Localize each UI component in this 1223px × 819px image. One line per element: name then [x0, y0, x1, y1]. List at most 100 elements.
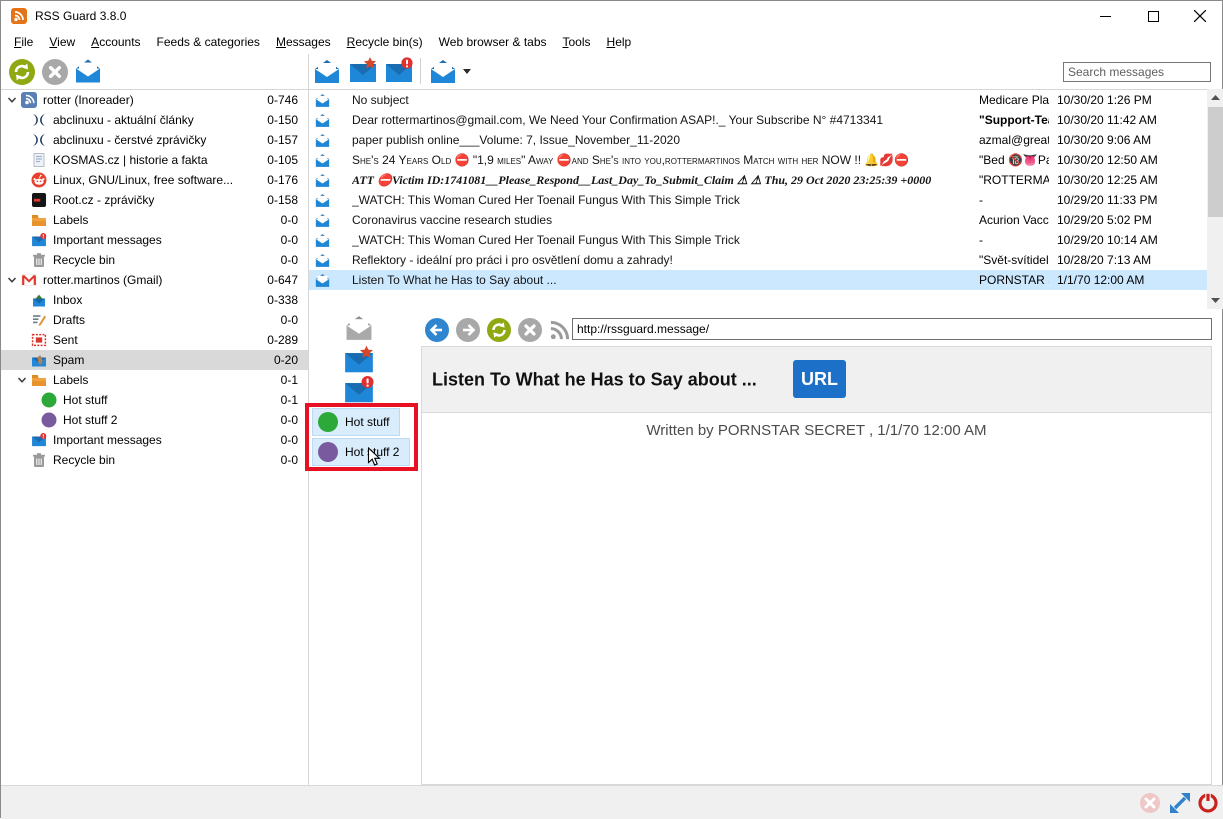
message-list: No subjectMedicare Plan <e...10/30/20 1:… [309, 90, 1207, 309]
unread-count-badge: 0-0 [281, 413, 298, 427]
message-list-scrollbar[interactable] [1207, 89, 1223, 309]
collapse-chevron-icon[interactable] [7, 95, 21, 105]
stop-downloads-disabled-icon[interactable] [1139, 792, 1161, 814]
important-icon [31, 432, 47, 448]
message-row[interactable]: Dear rottermartinos@gmail.com, We Need Y… [309, 110, 1207, 130]
toggle-important-button[interactable] [343, 345, 375, 375]
unread-count-badge: 0-176 [267, 173, 298, 187]
scrollbar-thumb[interactable] [1208, 107, 1223, 217]
unread-envelope-icon [314, 233, 331, 248]
feed-row-abclinuxu-erstv-zpr-vi-ky[interactable]: abclinuxu - čerstvé zprávičky0-157 [1, 130, 308, 150]
unread-envelope-icon [314, 113, 331, 128]
menu-tools[interactable]: Tools [555, 31, 599, 54]
unread-envelope-icon [314, 133, 331, 148]
dropdown-caret-icon[interactable] [463, 69, 471, 74]
mark-message-important-button[interactable] [348, 56, 378, 85]
browser-forward-button[interactable] [456, 318, 480, 342]
menu-recycle-bin-s[interactable]: Recycle bin(s) [339, 31, 431, 54]
feed-row-kosmas-cz-historie-a-fakta[interactable]: KOSMAS.cz | historie a fakta0-105 [1, 150, 308, 170]
feed-row-inbox[interactable]: Inbox0-338 [1, 290, 308, 310]
message-row[interactable]: _WATCH: This Woman Cured Her Toenail Fun… [309, 190, 1207, 210]
message-subject: _WATCH: This Woman Cured Her Toenail Fun… [352, 233, 979, 247]
message-row[interactable]: She's 24 Years Old ⛔ "1,9 miles" Away ⛔a… [309, 150, 1207, 170]
feed-row-rotter-inoreader[interactable]: rotter (Inoreader)0-746 [1, 90, 308, 110]
feed-label: Recycle bin [53, 453, 281, 467]
menu-bar: FileViewAccountsFeeds & categoriesMessag… [1, 31, 1222, 54]
feed-row-recycle-bin[interactable]: Recycle bin0-0 [1, 450, 308, 470]
feed-row-rotter-martinos-gmail[interactable]: rotter.martinos (Gmail)0-647 [1, 270, 308, 290]
unread-envelope-icon [314, 153, 331, 168]
unread-count-badge: 0-0 [281, 313, 298, 327]
browser-stop-button[interactable] [518, 318, 542, 342]
message-subject: paper publish online___Volume: 7, Issue_… [352, 133, 979, 147]
feed-row-important-messages[interactable]: Important messages0-0 [1, 430, 308, 450]
search-messages-input[interactable] [1063, 62, 1211, 82]
browser-url-input[interactable] [572, 318, 1212, 340]
feed-row-hot-stuff-2[interactable]: Hot stuff 20-0 [1, 410, 308, 430]
browser-reload-button[interactable] [487, 318, 511, 342]
scroll-down-arrow[interactable] [1207, 292, 1223, 309]
feed-row-abclinuxu-aktu-ln-l-nky[interactable]: abclinuxu - aktuální články0-150 [1, 110, 308, 130]
feed-row-hot-stuff[interactable]: Hot stuff0-1 [1, 390, 308, 410]
message-date: 10/30/20 1:26 PM [1049, 93, 1207, 107]
message-row[interactable]: _WATCH: This Woman Cured Her Toenail Fun… [309, 230, 1207, 250]
feed-row-drafts[interactable]: Drafts0-0 [1, 310, 308, 330]
menu-accounts[interactable]: Accounts [83, 31, 148, 54]
browser-back-button[interactable] [425, 318, 449, 342]
mark-message-unread-button[interactable] [384, 56, 414, 85]
feed-row-important-messages[interactable]: Important messages0-0 [1, 230, 308, 250]
mark-message-read-button[interactable] [312, 58, 342, 85]
message-subject: She's 24 Years Old ⛔ "1,9 miles" Away ⛔a… [352, 153, 979, 167]
message-row[interactable]: Coronavirus vaccine research studiesAcur… [309, 210, 1207, 230]
feed-row-linux-gnu-linux-free-software[interactable]: Linux, GNU/Linux, free software...0-176 [1, 170, 308, 190]
feed-row-recycle-bin[interactable]: Recycle bin0-0 [1, 250, 308, 270]
message-row[interactable]: Listen To What he Has to Say about ...PO… [309, 270, 1207, 290]
kosmas-icon [31, 152, 47, 168]
message-sender: "Bed 🔞👅Partne... [979, 153, 1049, 167]
message-sender: azmal@greatlake... [979, 133, 1049, 147]
message-row[interactable]: Reflektory - ideální pro práci i pro osv… [309, 250, 1207, 270]
label-button-hot-stuff[interactable]: Hot stuff [312, 408, 400, 436]
menu-view[interactable]: View [41, 31, 83, 54]
menu-web-browser-tabs[interactable]: Web browser & tabs [431, 31, 555, 54]
close-button[interactable] [1177, 1, 1223, 31]
abclinuxu-icon [31, 112, 47, 128]
quit-app-icon[interactable] [1197, 792, 1219, 814]
menu-help[interactable]: Help [599, 31, 640, 54]
feed-row-spam[interactable]: Spam0-20 [1, 350, 308, 370]
feed-label: Labels [53, 373, 281, 387]
message-subject: _WATCH: This Woman Cured Her Toenail Fun… [352, 193, 979, 207]
feed-row-root-cz-zpr-vi-ky[interactable]: Root.cz - zprávičky0-158 [1, 190, 308, 210]
feed-label: Drafts [53, 313, 281, 327]
message-row[interactable]: No subjectMedicare Plan <e...10/30/20 1:… [309, 90, 1207, 110]
message-sender: Acurion Vaccine S... [979, 213, 1049, 227]
fullscreen-toggle-icon[interactable] [1169, 792, 1191, 814]
mark-feeds-read-button[interactable] [73, 57, 103, 85]
unread-envelope-icon [314, 173, 331, 188]
message-sender: "Svět-svítidel.cz" ... [979, 253, 1049, 267]
scroll-up-arrow[interactable] [1207, 89, 1223, 106]
collapse-chevron-icon[interactable] [7, 275, 21, 285]
message-date: 10/30/20 9:06 AM [1049, 133, 1207, 147]
message-actions-dropdown-button[interactable] [428, 58, 458, 85]
message-row[interactable]: paper publish online___Volume: 7, Issue_… [309, 130, 1207, 150]
menu-file[interactable]: File [6, 31, 41, 54]
message-url-button[interactable]: URL [793, 360, 846, 398]
minimize-button[interactable] [1082, 1, 1128, 31]
unread-count-badge: 0-338 [267, 293, 298, 307]
feed-row-labels[interactable]: Labels0-1 [1, 370, 308, 390]
maximize-button[interactable] [1130, 1, 1176, 31]
toggle-unread-button[interactable] [343, 375, 375, 405]
toggle-read-status-button[interactable] [343, 314, 375, 342]
feed-label: Important messages [53, 433, 281, 447]
menu-messages[interactable]: Messages [268, 31, 339, 54]
stop-refresh-button[interactable] [42, 59, 68, 85]
message-sender: "Support-Team" ... [979, 113, 1049, 127]
label-button-hot-stuff-2[interactable]: Hot stuff 2 [312, 438, 410, 466]
feed-row-labels[interactable]: Labels0-0 [1, 210, 308, 230]
message-row[interactable]: ATT ⛔Victim ID:1741081__Please_Respond__… [309, 170, 1207, 190]
refresh-feeds-button[interactable] [9, 59, 35, 85]
feed-row-sent[interactable]: Sent0-289 [1, 330, 308, 350]
menu-feeds-categories[interactable]: Feeds & categories [149, 31, 268, 54]
collapse-chevron-icon[interactable] [17, 375, 31, 385]
